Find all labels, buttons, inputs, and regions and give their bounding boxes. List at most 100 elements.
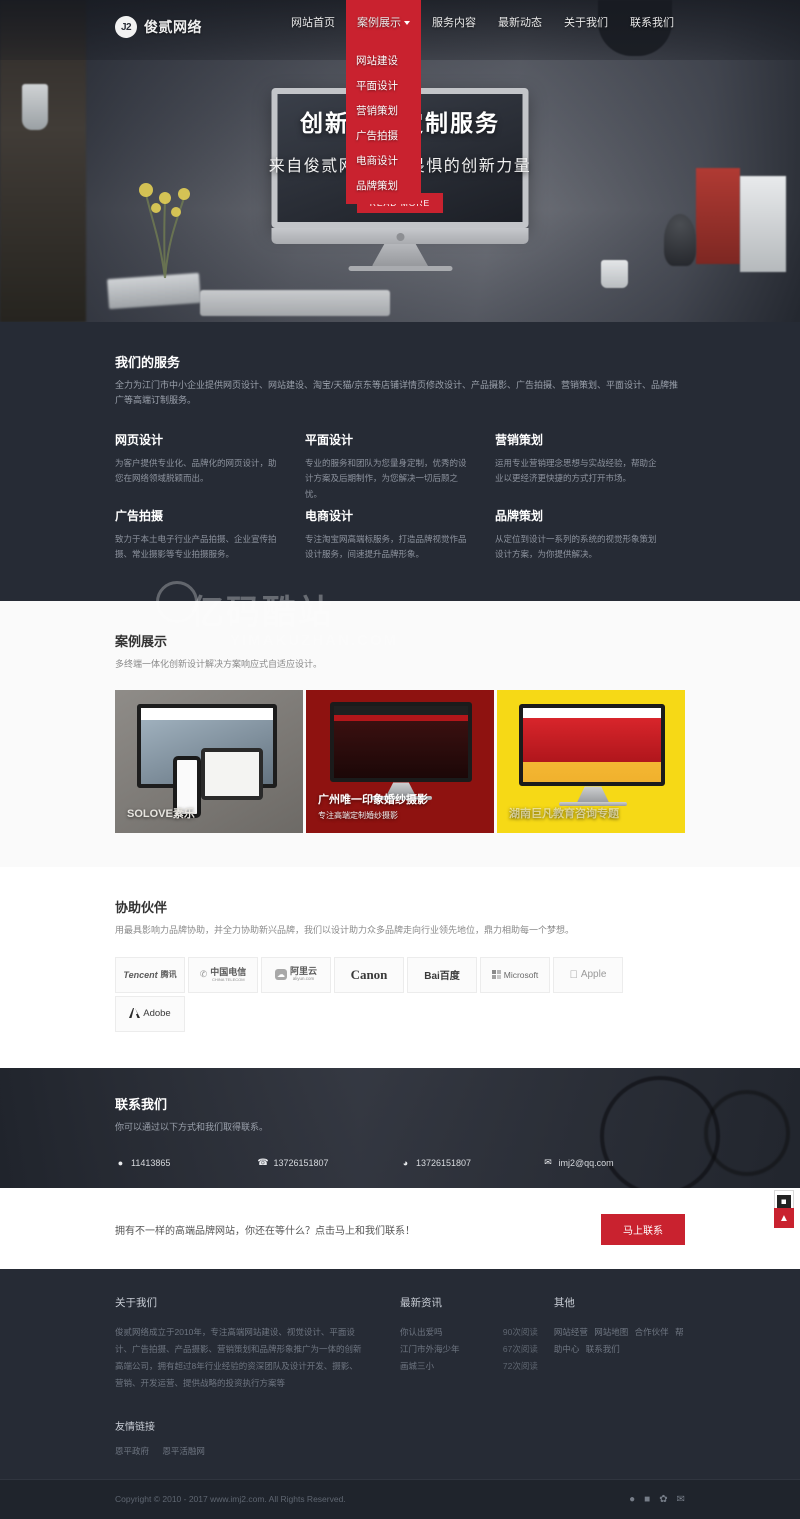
nav-item-label: 案例展示: [357, 17, 401, 29]
service-desc: 专业的服务和团队为您量身定制，优秀的设计方案及后期制作，为您解决一切后顾之忧。: [304, 457, 467, 500]
case-title: 湖南巨凡教育咨询专题: [509, 808, 619, 821]
dropdown-item-branding[interactable]: 品牌策划: [346, 173, 421, 198]
nav-item-label: 关于我们: [564, 17, 608, 29]
partner-logo-baidu[interactable]: Bai百度: [407, 956, 477, 993]
footer-link-contact[interactable]: 联系我们: [586, 1344, 620, 1354]
case-card[interactable]: 广州唯一印象婚纱摄影 专注高端定制婚纱摄影: [306, 690, 494, 834]
cases-title: 案例展示: [115, 634, 168, 650]
footer-news-item[interactable]: 你认出爱吗 90次阅读: [400, 1324, 538, 1341]
site-header: J2 俊贰网络 网站首页 案例展示 网站建设 平面设计 营销策划 广告拍摄 电商…: [115, 0, 685, 204]
service-title: 广告拍摄: [115, 508, 164, 523]
service-card[interactable]: 品牌策划 从定位到设计一系列的系统的视觉形象策划设计方案，为你提供解决。: [495, 507, 685, 563]
page-root: J2 俊贰网络 网站首页 案例展示 网站建设 平面设计 营销策划 广告拍摄 电商…: [0, 0, 800, 1519]
nav-item-contact[interactable]: 联系我们: [619, 0, 685, 44]
tablet-mockup: [201, 748, 263, 801]
qr-code-icon: [777, 1195, 791, 1209]
cta-contact-button[interactable]: 马上联系: [601, 1213, 685, 1245]
friend-links-block: 友情链接 恩平政府 恩平活融网: [115, 1418, 685, 1457]
back-to-top-button[interactable]: ▲: [774, 1208, 794, 1228]
partner-logo-main: Canon: [350, 966, 388, 982]
services-title: 我们的服务: [115, 355, 181, 370]
cases-subtitle: 多终端一体化创新设计解决方案响应式自适应设计。: [115, 659, 323, 670]
case-card[interactable]: 湖南巨凡教育咨询专题: [497, 690, 685, 834]
partner-logo-canon[interactable]: Canon: [334, 956, 404, 993]
cases-grid: SOLOVE素乐 广州唯一印象婚纱摄影 专注高端定制婚纱摄影 湖南巨凡教育咨询专…: [115, 690, 685, 834]
service-card[interactable]: 广告拍摄 致力于本土电子行业产品拍摄、企业宣传拍摄、常业摄影等专业拍摄服务。: [115, 507, 305, 563]
partner-logo-sub: aliyun.com: [292, 976, 315, 982]
nav-item-cases[interactable]: 案例展示 网站建设 平面设计 营销策划 广告拍摄 电商设计 品牌策划: [346, 0, 421, 204]
footer-link-partners[interactable]: 合作伙伴: [635, 1327, 669, 1337]
friend-link-2[interactable]: 恩平活融网: [162, 1446, 205, 1456]
footer-link-operation[interactable]: 网站经营: [554, 1327, 588, 1337]
service-desc: 专注淘宝网高端标服务，打造品牌视觉作品设计服务，间速提升品牌形象。: [304, 533, 467, 560]
wechat-icon[interactable]: ✿: [659, 1494, 667, 1505]
contact-qq[interactable]: ● 11413865: [115, 1157, 258, 1168]
news-title: 画城三小: [400, 1360, 435, 1371]
partners-logos: Tencent 腾讯 ✆ 中国电信 CHINA TELECOM ☁ 阿里云 al…: [115, 956, 685, 1032]
partners-section: 协助伙伴 用最具影响力品牌协助，并全力协助新兴品牌，我们以设计助力众多品牌走向行…: [0, 867, 800, 1068]
service-card[interactable]: 营销策划 运用专业营销理念思想与实战经验，帮助企业以更经济更快捷的方式打开市场。: [495, 431, 685, 503]
dropdown-item-website[interactable]: 网站建设: [346, 48, 421, 73]
monitor-mockup: [330, 702, 472, 783]
case-subtitle: 专注高端定制婚纱摄影: [318, 811, 398, 821]
partner-logo-tencent[interactable]: Tencent 腾讯: [115, 956, 185, 993]
site-logo[interactable]: J2 俊贰网络: [115, 16, 202, 38]
cta-container: 拥有不一样的高端品牌网站，你还在等什么？点击马上和我们联系！ 马上联系: [115, 1213, 685, 1245]
service-card[interactable]: 电商设计 专注淘宝网高端标服务，打造品牌视觉作品设计服务，间速提升品牌形象。: [305, 507, 495, 563]
partner-logo-main: Microsoft: [503, 969, 539, 980]
partner-logo-aliyun[interactable]: ☁ 阿里云 aliyun.com: [261, 956, 331, 993]
partners-container: 协助伙伴 用最具影响力品牌协助，并全力协助新兴品牌，我们以设计助力众多品牌走向行…: [115, 897, 685, 1032]
copyright-text: Copyright © 2010 - 2017 www.imj2.com. Al…: [115, 1494, 346, 1505]
news-title: 江门市外海少年: [400, 1343, 460, 1354]
dropdown-item-ecommerce[interactable]: 电商设计: [346, 148, 421, 173]
contact-value: imj2@qq.com: [558, 1157, 614, 1168]
footer-other-links: 网站经营 网站地图 合作伙伴 帮助中心 联系我们: [554, 1324, 685, 1358]
cta-text: 拥有不一样的高端品牌网站，你还在等什么？点击马上和我们联系！: [115, 1225, 415, 1237]
nav-item-about[interactable]: 关于我们: [553, 0, 619, 44]
contact-title: 联系我们: [115, 1096, 168, 1112]
contact-wechat[interactable]: ◕ 13726151807: [400, 1157, 543, 1168]
footer-link-sitemap[interactable]: 网站地图: [594, 1327, 628, 1337]
partner-logo-apple[interactable]:  Apple: [553, 956, 623, 993]
friend-link-1[interactable]: 恩平政府: [115, 1446, 149, 1456]
mail-icon: ✉: [544, 1157, 552, 1168]
footer-news-item[interactable]: 画城三小 72次阅读: [400, 1358, 538, 1375]
nav-item-news[interactable]: 最新动态: [487, 0, 553, 44]
case-card[interactable]: SOLOVE素乐: [115, 690, 303, 834]
dropdown-item-graphic[interactable]: 平面设计: [346, 73, 421, 98]
news-count: 72次阅读: [502, 1360, 538, 1371]
china-telecom-icon: ✆: [199, 969, 208, 980]
partner-logo-china-telecom[interactable]: ✆ 中国电信 CHINA TELECOM: [188, 956, 258, 993]
site-footer: 关于我们 俊贰网络成立于2010年，专注高端网站建设、视觉设计、平面设计、广告拍…: [0, 1268, 800, 1519]
footer-news-item[interactable]: 江门市外海少年 67次阅读: [400, 1341, 538, 1358]
keyboard-prop: [200, 290, 390, 316]
phone-icon: ☎: [257, 1157, 269, 1168]
service-desc: 运用专业营销理念思想与实战经验，帮助企业以更经济更快捷的方式打开市场。: [494, 457, 657, 484]
mail-icon[interactable]: ✉: [677, 1494, 685, 1505]
footer-news-column: 最新资讯 你认出爱吗 90次阅读 江门市外海少年 67次阅读 画城三小 72次阅…: [400, 1295, 554, 1392]
footer-container: 关于我们 俊贰网络成立于2010年，专注高端网站建设、视觉设计、平面设计、广告拍…: [115, 1295, 685, 1457]
dropdown-item-advertising[interactable]: 广告拍摄: [346, 123, 421, 148]
case-title: SOLOVE素乐: [127, 808, 195, 821]
service-desc: 为客户提供专业化、品牌化的网页设计，助您在网络领域脱颖而出。: [115, 457, 277, 484]
services-container: 我们的服务 全力为江门市中小企业提供网页设计、网站建设、淘宝/天猫/京东等店铺详…: [115, 352, 685, 567]
dropdown-item-marketing[interactable]: 营销策划: [346, 98, 421, 123]
services-subtitle: 全力为江门市中小企业提供网页设计、网站建设、淘宝/天猫/京东等店铺详情页修改设计…: [115, 380, 679, 406]
service-title: 营销策划: [494, 432, 543, 447]
partner-logo-adobe[interactable]: Adobe: [115, 995, 185, 1032]
partners-subtitle: 用最具影响力品牌协助，并全力协助新兴品牌，我们以设计助力众多品牌走向行业领先地位…: [115, 925, 575, 936]
nav-item-services[interactable]: 服务内容: [421, 0, 487, 44]
service-title: 品牌策划: [494, 508, 543, 523]
news-title: 你认出爱吗: [400, 1326, 443, 1337]
contact-phone[interactable]: ☎ 13726151807: [257, 1157, 401, 1168]
nav-item-home[interactable]: 网站首页: [280, 0, 346, 44]
weibo-icon[interactable]: ■: [644, 1494, 650, 1505]
case-caption: 湖南巨凡教育咨询专题: [509, 805, 675, 821]
partner-logo-microsoft[interactable]: Microsoft: [480, 956, 550, 993]
service-card[interactable]: 平面设计 专业的服务和团队为您量身定制，优秀的设计方案及后期制作，为您解决一切后…: [305, 431, 495, 503]
imac-stand: [372, 244, 428, 266]
service-card[interactable]: 网页设计 为客户提供专业化、品牌化的网页设计，助您在网络领域脱颖而出。: [115, 431, 305, 503]
imac-base: [348, 266, 452, 271]
contact-email[interactable]: ✉ imj2@qq.com: [543, 1157, 686, 1168]
qq-icon[interactable]: ●: [629, 1494, 635, 1505]
